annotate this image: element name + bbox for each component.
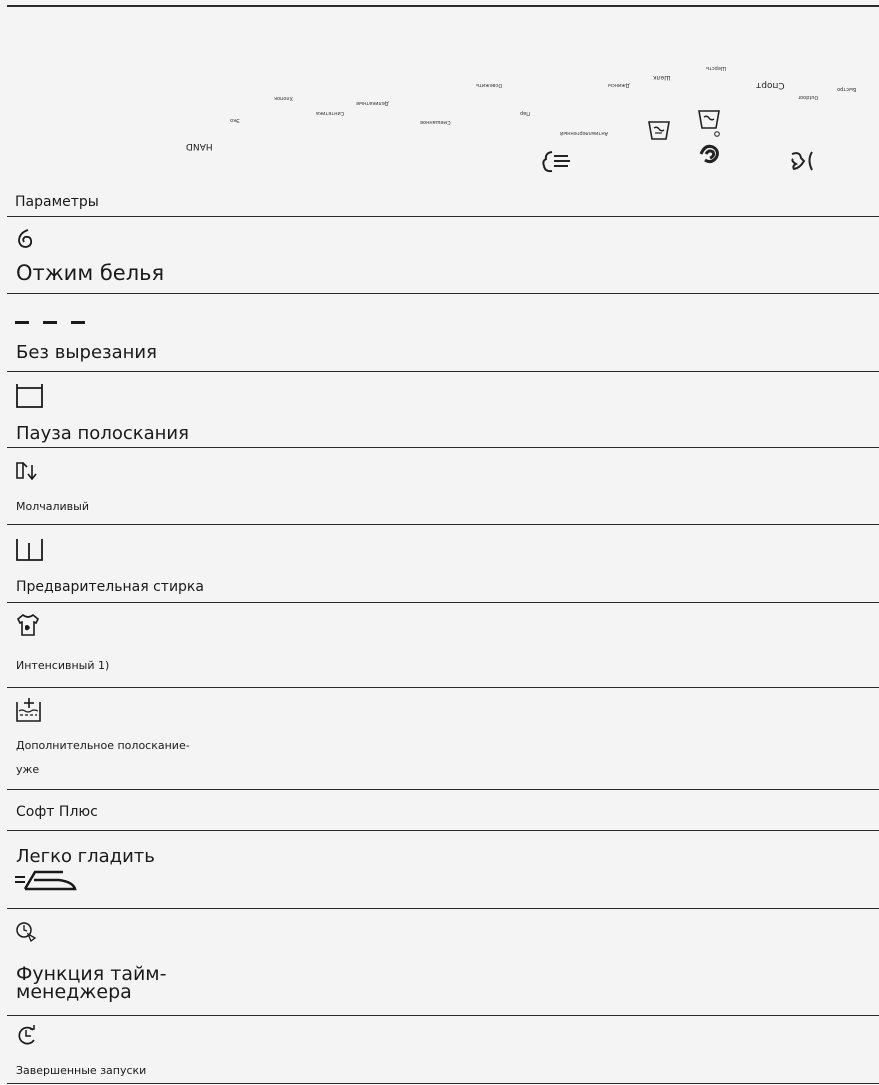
option-label-time-manager-line2: менеджера (16, 981, 132, 1003)
option-row-extra-rinse[interactable]: Дополнительное полоскание- уже (7, 687, 879, 790)
option-row-spin[interactable]: Отжим белья (7, 216, 879, 294)
program-label-cotton: Хлопок (274, 95, 294, 101)
option-label-spin: Отжим белья (16, 261, 165, 285)
program-label-hand: HAND (186, 141, 213, 151)
option-row-prewash[interactable]: Предварительная стирка (7, 524, 879, 603)
program-label-quick: Быстро (837, 86, 857, 92)
option-row-no-spin[interactable]: Без вырезания (7, 293, 879, 372)
option-label-intensive: Интенсивный 1) (16, 659, 110, 672)
option-label-rinse-hold: Пауза полоскания (16, 423, 189, 444)
option-row-delay-start[interactable]: Завершенные запуски (7, 1015, 879, 1085)
option-row-easy-iron[interactable]: Легко гладить (7, 830, 879, 909)
intensive-stain-icon (16, 613, 40, 636)
prewash-icon (16, 539, 43, 561)
option-label-silent: Молчаливый (16, 500, 89, 513)
woolmark-icon (699, 144, 719, 164)
program-label-outdoor: Outdoor (798, 94, 819, 100)
option-label-prewash: Предварительная стирка (16, 579, 204, 595)
option-label-easy-iron: Легко гладить (16, 846, 155, 867)
option-row-silent[interactable]: Молчаливый (7, 447, 879, 525)
option-row-rinse-hold[interactable]: Пауза полоскания (7, 371, 879, 448)
program-label-delicate: Деликатные (356, 100, 389, 106)
easy-iron-icon (15, 870, 77, 891)
program-label-silk: Шелк (653, 74, 671, 81)
option-row-soft-plus[interactable]: Софт Плюс (7, 789, 879, 831)
option-label-extra-rinse-line2: уже (16, 763, 40, 776)
sport-shoe-icon (791, 151, 813, 171)
spin-icon (18, 229, 33, 248)
program-label-synthetic: Синтетика (316, 110, 345, 116)
option-label-no-spin: Без вырезания (16, 342, 157, 363)
program-label-wool: Шерсть (706, 65, 727, 71)
wool-hand-wash-icon (698, 110, 720, 137)
option-label-soft-plus: Софт Плюс (16, 804, 98, 820)
silent-icon (16, 462, 37, 481)
program-label-sport: Спорт (756, 80, 785, 90)
program-label-allergy: Антиаллергенный (560, 130, 608, 136)
option-row-time-manager[interactable]: Функция тайм- менеджера (7, 908, 879, 1016)
rinse-hold-icon (16, 384, 43, 408)
option-label-delay-start: Завершенные запуски (16, 1064, 147, 1077)
program-label-refresh: Освежить (476, 82, 503, 88)
option-label-extra-rinse-line1: Дополнительное полоскание- (16, 739, 190, 752)
option-row-intensive[interactable]: Интенсивный 1) (7, 602, 879, 688)
time-manager-icon (16, 922, 37, 943)
program-label-mix: Смешанное (420, 119, 451, 125)
hand-wash-icon (648, 121, 670, 140)
section-title-parameters: Параметры (15, 194, 99, 210)
steam-cloud-icon (542, 151, 570, 173)
program-label-steam: Пар (520, 110, 530, 116)
program-dial-header: HAND Эко Хлопок Синтетика Деликатные Сме… (0, 0, 879, 216)
program-label-denim: Джинсы (608, 82, 630, 88)
extra-rinse-icon (16, 698, 41, 722)
delay-start-icon (18, 1025, 35, 1045)
program-label-eco: Эко (230, 117, 240, 123)
no-spin-dashes-icon (15, 321, 85, 324)
